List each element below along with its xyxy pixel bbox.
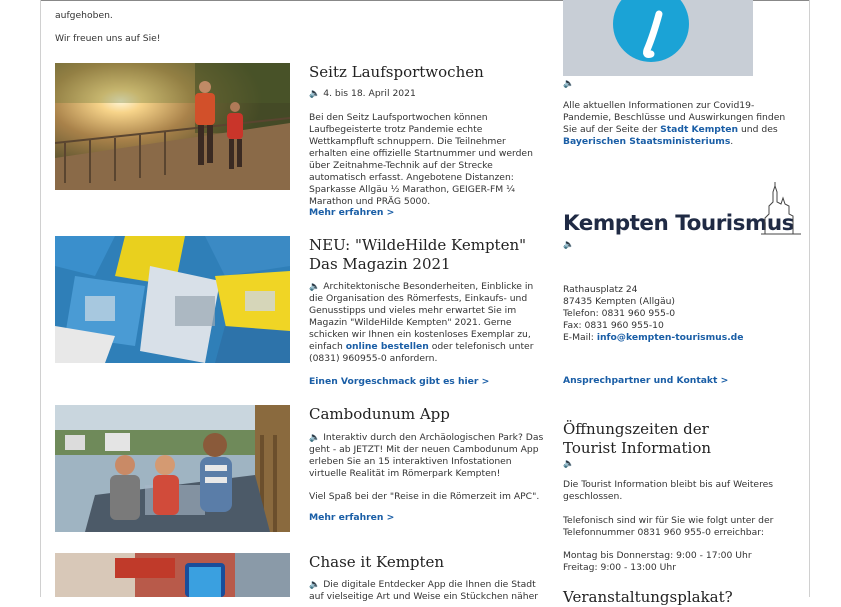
address-block: Rathausplatz 24 87435 Kempten (Allgäu) T… bbox=[563, 284, 744, 343]
article-image-magazine[interactable] bbox=[55, 236, 290, 363]
speaker-icon[interactable]: 🔈 bbox=[563, 240, 574, 250]
article-body-chase: 🔈 Die digitale Entdecker App die Ihnen di… bbox=[309, 579, 539, 602]
speaker-icon[interactable]: 🔈 bbox=[309, 88, 320, 100]
speaker-icon[interactable]: 🔈 bbox=[309, 281, 320, 293]
covid-info-text: Alle aktuellen Informationen zur Covid19… bbox=[563, 100, 786, 147]
email-link[interactable]: info@kempten-tourismus.de bbox=[597, 332, 744, 343]
article-image-running[interactable] bbox=[55, 63, 290, 190]
article-body-magazine: 🔈 Architektonische Besonderheiten, Einbli… bbox=[309, 281, 534, 364]
order-online-link[interactable]: online bestellen bbox=[346, 341, 429, 352]
article-title-laufsport[interactable]: Seitz Laufsportwochen bbox=[309, 63, 484, 82]
article-title-magazine[interactable]: NEU: "WildeHilde Kempten" Das Magazin 20… bbox=[309, 236, 526, 274]
next-section-title: Veranstaltungsplakat? bbox=[563, 588, 733, 606]
more-link-laufsport[interactable]: Mehr erfahren > bbox=[309, 207, 394, 218]
frame-right-border bbox=[809, 0, 810, 597]
more-link-cambodunum[interactable]: Mehr erfahren > bbox=[309, 512, 394, 523]
article-body-laufsport: Bei den Seitz Laufsportwochen können Lau… bbox=[309, 112, 533, 207]
staatsministerium-link[interactable]: Bayerischen Staatsministeriums bbox=[563, 136, 730, 147]
more-link-magazine[interactable]: Einen Vorgeschmack gibt es hier > bbox=[309, 376, 489, 387]
frame-left-border bbox=[40, 0, 41, 597]
hours-title: Öffnungszeiten der Tourist Information bbox=[563, 420, 712, 457]
article-title-cambodunum[interactable]: Cambodunum App bbox=[309, 405, 450, 424]
intro-text-2: Wir freuen uns auf Sie! bbox=[55, 33, 161, 44]
article-image-cambodunum[interactable] bbox=[55, 405, 290, 532]
stadt-kempten-link[interactable]: Stadt Kempten bbox=[660, 124, 738, 135]
contact-link[interactable]: Ansprechpartner und Kontakt > bbox=[563, 375, 728, 386]
speaker-icon[interactable]: 🔈 bbox=[309, 579, 320, 591]
logo-text: Kempten Tourismus bbox=[563, 211, 794, 236]
kempten-tourismus-logo[interactable]: Kempten Tourismus bbox=[563, 182, 803, 240]
intro-text-1: aufgehoben. bbox=[55, 10, 113, 21]
article-body2-cambodunum: Viel Spaß bei der "Reise in die Römerzei… bbox=[309, 491, 540, 502]
speaker-icon[interactable]: 🔈 bbox=[563, 79, 574, 89]
hours-text-2: Telefonisch sind wir für Sie wie folgt u… bbox=[563, 515, 774, 538]
hours-text-1: Die Tourist Information bleibt bis auf W… bbox=[563, 479, 774, 502]
speaker-icon[interactable]: 🔈 bbox=[563, 459, 574, 469]
castle-icon bbox=[761, 182, 801, 235]
article-date-laufsport: 🔈 4. bis 18. April 2021 bbox=[309, 88, 416, 100]
article-title-chase[interactable]: Chase it Kempten bbox=[309, 553, 444, 572]
article-image-chase[interactable] bbox=[55, 553, 290, 597]
article-body-cambodunum: 🔈 Interaktiv durch den Archäologischen Pa… bbox=[309, 432, 544, 479]
info-image bbox=[563, 0, 753, 76]
speaker-icon[interactable]: 🔈 bbox=[309, 432, 320, 444]
info-icon bbox=[613, 0, 689, 62]
hours-text-3: Montag bis Donnerstag: 9:00 - 17:00 Uhr … bbox=[563, 550, 752, 573]
